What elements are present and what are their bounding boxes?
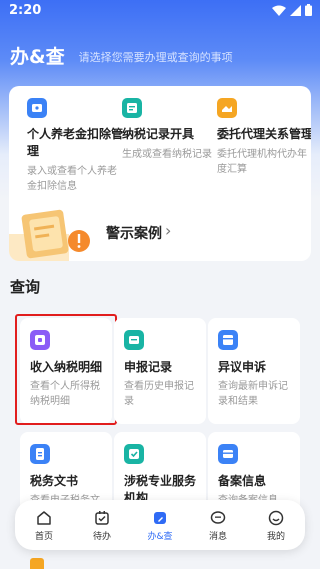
query-desc: 查询最新申诉记录和结果 xyxy=(218,381,288,407)
wifi-icon xyxy=(272,5,286,16)
warning-illustration xyxy=(9,209,90,261)
home-icon xyxy=(37,510,51,525)
nav-messages[interactable]: 消息 xyxy=(193,509,243,542)
query-section-title: 查询 xyxy=(10,278,41,296)
nav-label: 首页 xyxy=(34,531,53,542)
service-card: 个人养老金扣除管理 录入或查看个人养老金扣除信息 纳税记录开具 生成或查看纳税记… xyxy=(9,86,311,261)
signal-icon xyxy=(290,4,301,16)
handle-query-icon xyxy=(154,511,166,524)
todo-icon xyxy=(95,510,109,525)
query-title: 异议申诉 xyxy=(218,360,267,374)
service-title: 个人养老金扣除管理 xyxy=(27,127,124,158)
service-tax-record[interactable]: 纳税记录开具 生成或查看纳税记录 xyxy=(122,98,218,162)
nav-label: 待办 xyxy=(92,531,111,542)
query-desc: 查看历史申报记录 xyxy=(124,381,194,407)
highlight-box xyxy=(15,314,117,425)
profile-icon xyxy=(268,510,284,525)
declare-icon xyxy=(124,330,144,350)
nav-handle-query[interactable]: 办&查 xyxy=(135,509,185,542)
agent-icon xyxy=(217,98,237,118)
query-title: 备案信息 xyxy=(218,474,267,488)
page-title: 办&查 xyxy=(10,46,65,68)
chevron-right-icon: › xyxy=(165,221,172,240)
partial-card-icon xyxy=(30,558,44,569)
service-desc: 生成或查看纳税记录 xyxy=(122,149,212,160)
nav-home[interactable]: 首页 xyxy=(19,509,69,542)
document-icon xyxy=(30,444,50,464)
pension-icon xyxy=(27,98,47,118)
service-desc: 录入或查看个人养老金扣除信息 xyxy=(27,166,117,192)
appeal-icon xyxy=(218,330,238,350)
nav-label: 办&查 xyxy=(147,531,173,542)
nav-label: 我的 xyxy=(266,531,285,542)
query-appeal[interactable]: 异议申诉 查询最新申诉记录和结果 xyxy=(208,318,300,424)
status-time: 2:20 xyxy=(9,3,42,18)
bottom-nav: 首页 待办 办&查 消息 我的 xyxy=(15,500,305,550)
warning-cases-link[interactable]: 警示案例 › xyxy=(9,204,311,261)
filing-icon xyxy=(218,444,238,464)
service-org-icon xyxy=(124,444,144,464)
nav-label: 消息 xyxy=(208,531,227,542)
nav-profile[interactable]: 我的 xyxy=(251,509,301,542)
service-title: 纳税记录开具 xyxy=(122,127,195,141)
service-agent[interactable]: 委托代理关系管理 委托代理机构代办年度汇算 xyxy=(217,98,311,177)
query-declare-record[interactable]: 申报记录 查看历史申报记录 xyxy=(114,318,206,424)
message-icon xyxy=(210,510,226,524)
status-icons xyxy=(272,4,312,16)
query-title: 申报记录 xyxy=(124,360,173,374)
warning-cases-label: 警示案例 xyxy=(106,226,162,242)
title-row: 办&查 请选择您需要办理或查询的事项 xyxy=(10,42,233,69)
service-title: 委托代理关系管理 xyxy=(217,127,311,141)
status-bar: 2:20 xyxy=(0,0,320,22)
query-title: 税务文书 xyxy=(30,474,79,488)
nav-todo[interactable]: 待办 xyxy=(77,509,127,542)
service-desc: 委托代理机构代办年度汇算 xyxy=(217,149,307,175)
tax-record-icon xyxy=(122,98,142,118)
service-pension[interactable]: 个人养老金扣除管理 录入或查看个人养老金扣除信息 xyxy=(27,98,123,194)
battery-icon xyxy=(305,4,312,16)
page-subtitle: 请选择您需要办理或查询的事项 xyxy=(78,51,233,64)
